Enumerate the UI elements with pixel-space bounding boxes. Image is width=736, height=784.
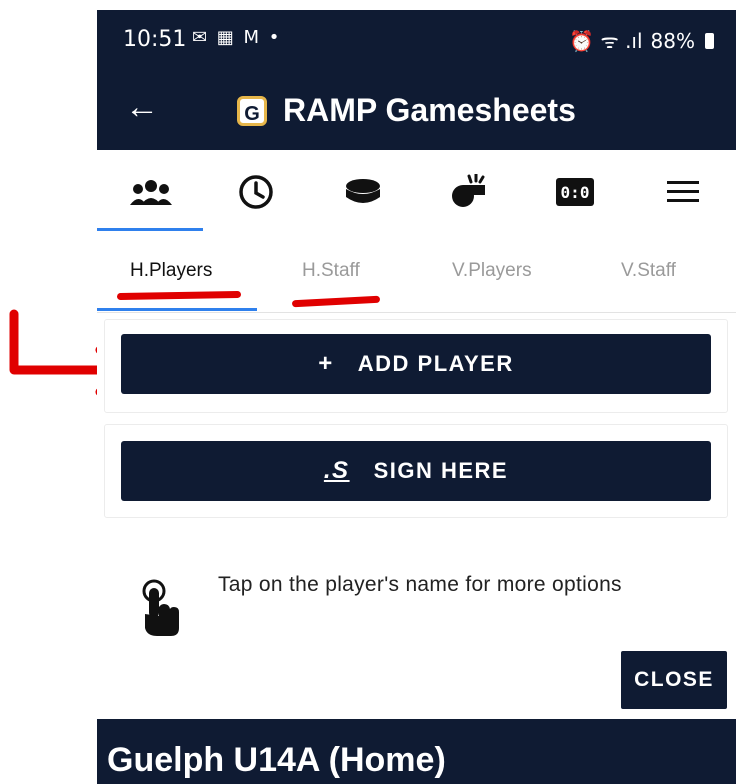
tab-v-staff[interactable]: V.Staff: [621, 260, 676, 282]
puck-icon[interactable]: [333, 170, 393, 214]
status-time: 10:51: [123, 27, 187, 52]
sign-here-label: SIGN HERE: [373, 458, 509, 483]
scoreboard-text: 0:0: [561, 183, 590, 202]
system-icons: ⏰ ᯤ .ıl: [569, 29, 643, 53]
icon-tab-indicator: [97, 228, 203, 231]
tap-hand-icon: [142, 579, 179, 636]
icon-tab-bar: 0:0: [97, 150, 736, 233]
app-logo: G: [237, 96, 267, 126]
app-title: RAMP Gamesheets: [283, 92, 576, 128]
notification-icons: ✉ ▦ M •: [192, 27, 282, 48]
team-title: Guelph U14A (Home): [107, 741, 446, 779]
battery-icon: [705, 32, 714, 49]
whistle-icon[interactable]: [439, 170, 499, 214]
status-bar: 10:51 ✉ ▦ M • ⏰ ᯤ .ıl 88%: [97, 10, 736, 72]
add-player-label: ADD PLAYER: [357, 351, 514, 376]
sign-here-card: .S SIGN HERE: [104, 424, 728, 518]
team-header: Guelph U14A (Home): [97, 719, 736, 784]
scoreboard-icon[interactable]: 0:0: [545, 170, 605, 214]
close-button[interactable]: CLOSE: [621, 651, 727, 709]
phone-screen: 10:51 ✉ ▦ M • ⏰ ᯤ .ıl 88% ← G RAMP Games…: [97, 10, 736, 784]
tab-h-staff[interactable]: H.Staff: [302, 260, 360, 282]
tab-v-players[interactable]: V.Players: [452, 260, 532, 282]
battery-level: 88%: [650, 28, 695, 53]
sub-tab-bar: H.Players H.Staff V.Players V.Staff: [97, 232, 736, 313]
status-right: ⏰ ᯤ .ıl 88%: [569, 27, 714, 54]
sub-tab-indicator: [97, 308, 257, 311]
annotation-underline-staff: [291, 295, 381, 308]
clock-icon[interactable]: [226, 170, 286, 214]
team-icon[interactable]: [121, 170, 181, 214]
hint-text: Tap on the player's name for more option…: [218, 573, 622, 596]
back-arrow-icon[interactable]: ←: [125, 88, 159, 127]
annotation-underline-players: [116, 290, 242, 301]
menu-icon[interactable]: [653, 170, 713, 214]
add-player-card: + ADD PLAYER: [104, 319, 728, 413]
tab-h-players[interactable]: H.Players: [130, 260, 212, 282]
add-player-button[interactable]: + ADD PLAYER: [121, 334, 711, 394]
app-bar: ← G RAMP Gamesheets: [97, 72, 736, 150]
sign-here-button[interactable]: .S SIGN HERE: [121, 441, 711, 501]
signature-icon: .S: [323, 457, 350, 484]
plus-icon: +: [318, 350, 334, 377]
